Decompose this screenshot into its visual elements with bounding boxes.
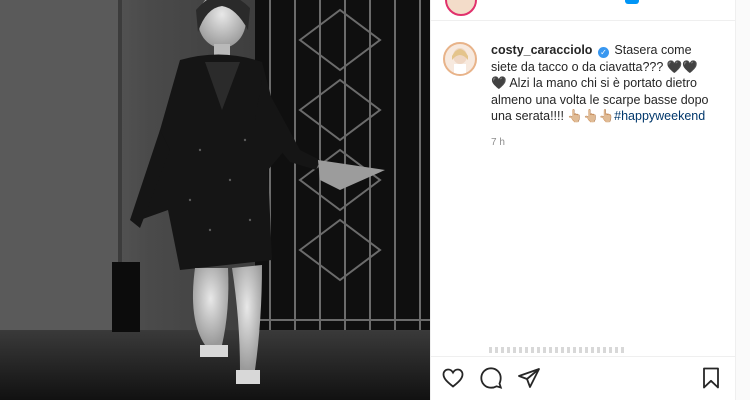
comment-icon[interactable] — [479, 366, 505, 392]
actions-divider — [431, 356, 736, 357]
page-gutter — [735, 0, 750, 400]
header-avatar[interactable] — [445, 0, 477, 16]
post-sidebar: costy_caracciolo ✓ Stasera come siete da… — [430, 0, 736, 400]
post-photo[interactable] — [0, 0, 430, 400]
post-username[interactable]: costy_caracciolo — [491, 43, 592, 57]
bookmark-icon[interactable] — [699, 366, 725, 392]
post-timestamp[interactable]: 7 h — [491, 137, 505, 148]
follow-indicator[interactable] — [625, 0, 639, 4]
caption-text-block: costy_caracciolo ✓ Stasera come siete da… — [491, 42, 711, 125]
post-image — [0, 0, 430, 400]
avatar[interactable] — [443, 42, 477, 76]
header-divider — [431, 20, 736, 21]
verified-badge-icon: ✓ — [597, 47, 609, 58]
hashtag-link[interactable]: #happyweekend — [614, 109, 705, 123]
heart-icon[interactable] — [441, 366, 467, 392]
paper-plane-icon[interactable] — [517, 366, 543, 392]
faded-comment-text — [489, 347, 624, 353]
post-actions — [441, 366, 726, 394]
